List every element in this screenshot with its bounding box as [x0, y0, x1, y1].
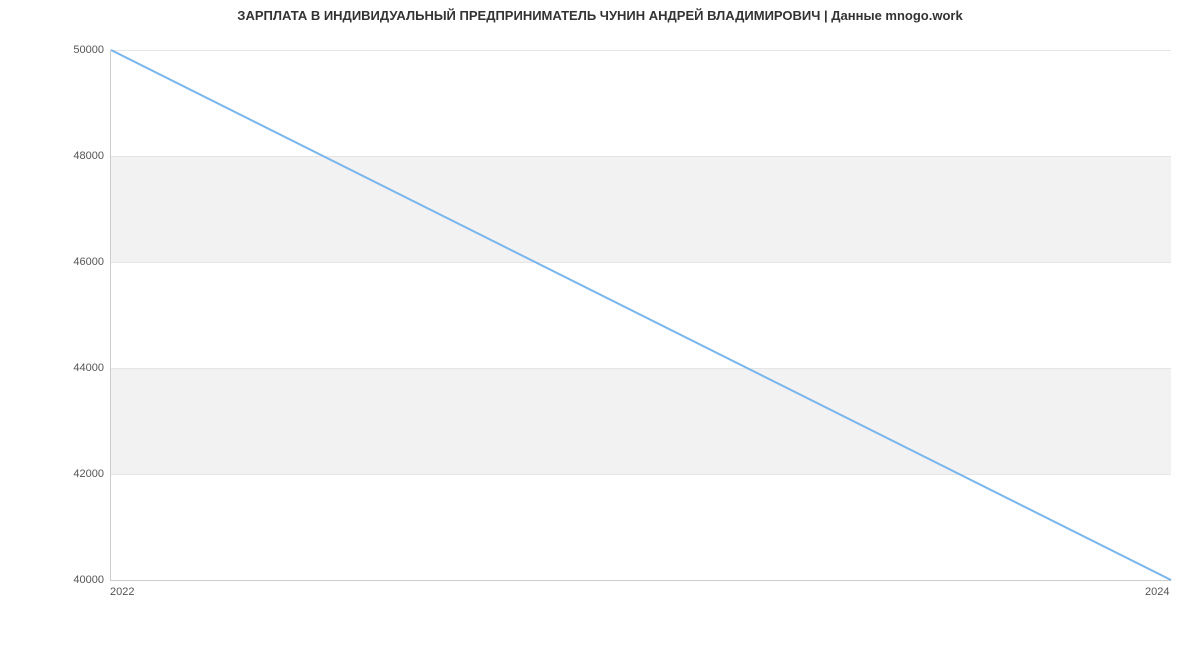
data-line: [111, 50, 1171, 580]
y-tick-label: 40000: [14, 574, 104, 586]
y-tick-label: 50000: [14, 44, 104, 56]
y-tick-label: 44000: [14, 362, 104, 374]
x-tick-label: 2024: [1145, 586, 1169, 598]
y-tick-label: 42000: [14, 468, 104, 480]
chart-title: ЗАРПЛАТА В ИНДИВИДУАЛЬНЫЙ ПРЕДПРИНИМАТЕЛ…: [0, 8, 1200, 23]
plot-area: [110, 50, 1171, 581]
y-tick-label: 46000: [14, 256, 104, 268]
y-tick-label: 48000: [14, 150, 104, 162]
x-tick-label: 2022: [110, 586, 134, 598]
